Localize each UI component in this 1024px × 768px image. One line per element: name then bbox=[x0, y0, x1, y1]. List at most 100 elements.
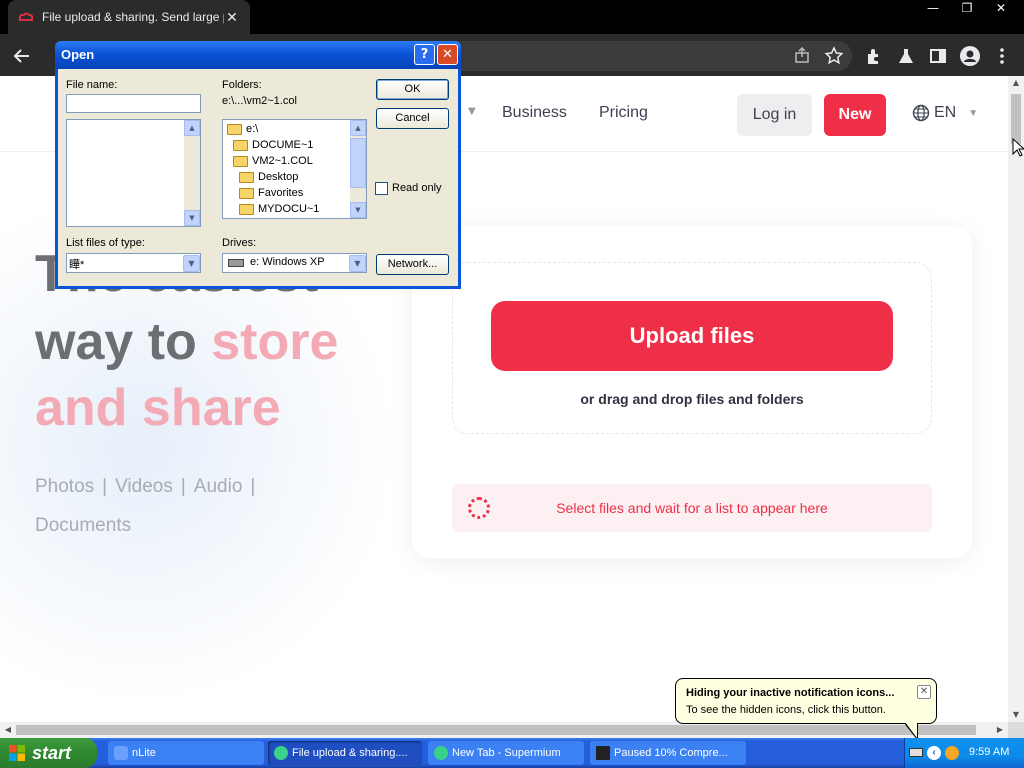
file-types-row-1: Photos | Videos | Audio | bbox=[35, 476, 263, 498]
folder-label: VM2~1.COL bbox=[252, 155, 313, 167]
folder-label: Favorites bbox=[258, 187, 304, 199]
folder-label: e:\ bbox=[246, 123, 259, 135]
windows-flag-icon bbox=[9, 745, 25, 761]
list-type-dropdown-icon[interactable]: ▼ bbox=[183, 255, 200, 272]
start-button[interactable]: start bbox=[0, 738, 97, 768]
star-icon[interactable] bbox=[822, 44, 846, 68]
balloon-close-icon[interactable]: ✕ bbox=[917, 685, 931, 699]
type-separator: | bbox=[180, 476, 186, 497]
file-list-scroll-down-icon[interactable]: ▼ bbox=[184, 210, 200, 226]
folder-label: Desktop bbox=[258, 171, 299, 183]
new-button[interactable]: New bbox=[824, 94, 886, 136]
drives-dropdown-icon[interactable]: ▼ bbox=[349, 255, 366, 272]
folder-label: DOCUME~1 bbox=[252, 139, 314, 151]
scroll-left-icon[interactable]: ◀ bbox=[0, 722, 16, 738]
tray-app-icon[interactable] bbox=[945, 746, 959, 760]
folders-label: Folders: bbox=[222, 79, 262, 91]
scroll-down-icon[interactable]: ▼ bbox=[1008, 708, 1024, 722]
login-button[interactable]: Log in bbox=[737, 94, 812, 136]
drag-drop-text: or drag and drop files and folders bbox=[580, 391, 804, 407]
drives-select[interactable]: e: Windows XP ▼ bbox=[222, 253, 367, 273]
vertical-scroll-thumb[interactable] bbox=[1011, 94, 1021, 144]
language-caret-icon: ▼ bbox=[968, 107, 979, 119]
drives-value: e: Windows XP bbox=[250, 256, 325, 268]
folder-scroll-thumb[interactable] bbox=[350, 138, 366, 188]
folder-item[interactable]: Desktop bbox=[239, 171, 298, 183]
show-hidden-icons-button[interactable]: ‹ bbox=[927, 746, 941, 760]
ok-button[interactable]: OK bbox=[376, 79, 449, 100]
notification-balloon[interactable]: Hiding your inactive notification icons.… bbox=[675, 678, 937, 724]
scrollbar-corner bbox=[1008, 722, 1024, 738]
file-name-label: File name: bbox=[66, 79, 118, 91]
scroll-right-icon[interactable]: ▶ bbox=[992, 722, 1008, 738]
folder-tree[interactable]: e:\ DOCUME~1 VM2~1.COL Desktop Favorites… bbox=[222, 119, 367, 219]
type-photos: Photos bbox=[35, 476, 95, 497]
hero-line-2: way to store bbox=[35, 310, 338, 374]
drives-label: Drives: bbox=[222, 237, 257, 249]
close-window-button[interactable]: ✕ bbox=[984, 0, 1018, 18]
back-icon[interactable] bbox=[10, 44, 34, 68]
folder-open-icon bbox=[233, 139, 248, 151]
vertical-scrollbar[interactable]: ▲ ▼ bbox=[1008, 76, 1024, 722]
network-button[interactable]: Network... bbox=[376, 254, 449, 275]
language-selector[interactable]: EN ▼ bbox=[912, 104, 978, 122]
file-list-placeholder: Select files and wait for a list to appe… bbox=[452, 484, 932, 532]
tab-strip: File upload & sharing. Send large ph ✕ —… bbox=[0, 0, 1024, 34]
browser-tab[interactable]: File upload & sharing. Send large ph ✕ bbox=[8, 0, 250, 34]
file-list[interactable]: ▲ ▼ bbox=[66, 119, 201, 227]
horizontal-scroll-thumb[interactable] bbox=[16, 725, 976, 735]
extensions-icon[interactable] bbox=[862, 44, 886, 68]
file-name-input[interactable] bbox=[66, 94, 201, 113]
folder-item[interactable]: DOCUME~1 bbox=[233, 139, 313, 151]
taskbar: start nLite File upload & sharing.... Ne… bbox=[0, 738, 1024, 768]
nav-business-link[interactable]: Business bbox=[502, 104, 567, 122]
taskbar-item-label: File upload & sharing.... bbox=[292, 747, 408, 759]
nlite-icon bbox=[114, 746, 128, 760]
dialog-close-button[interactable]: ✕ bbox=[437, 44, 458, 65]
dialog-help-button[interactable]: ? bbox=[414, 44, 435, 65]
taskbar-item-nlite[interactable]: nLite bbox=[108, 741, 264, 765]
folder-open-icon bbox=[227, 123, 242, 135]
read-only-checkbox[interactable] bbox=[375, 182, 388, 195]
tab-title: File upload & sharing. Send large ph bbox=[42, 10, 224, 24]
read-only-label: Read only bbox=[392, 182, 442, 194]
menu-icon[interactable] bbox=[990, 44, 1014, 68]
folder-scroll-up-icon[interactable]: ▲ bbox=[350, 120, 366, 136]
folder-item[interactable]: VM2~1.COL bbox=[233, 155, 313, 167]
taskbar-item-browser[interactable]: File upload & sharing.... bbox=[268, 741, 422, 765]
keyboard-icon[interactable] bbox=[909, 748, 923, 757]
taskbar-item-new-tab[interactable]: New Tab - Supermium bbox=[428, 741, 584, 765]
flask-icon[interactable] bbox=[894, 44, 918, 68]
file-list-scrollbar[interactable]: ▲ ▼ bbox=[184, 120, 200, 226]
nav-pricing-link[interactable]: Pricing bbox=[599, 104, 648, 122]
taskbar-item-7zip[interactable]: Paused 10% Compre... bbox=[590, 741, 746, 765]
list-type-label: List files of type: bbox=[66, 237, 145, 249]
minimize-button[interactable]: — bbox=[916, 0, 950, 18]
folder-item[interactable]: Favorites bbox=[239, 187, 303, 199]
folder-scroll-down-icon[interactable]: ▼ bbox=[350, 202, 366, 218]
nav-dropdown-caret-icon[interactable]: ▼ bbox=[468, 106, 476, 117]
folder-tree-scrollbar[interactable]: ▲ ▼ bbox=[350, 120, 366, 218]
hero-text-2b: store bbox=[211, 313, 339, 371]
supermium-icon bbox=[434, 746, 448, 760]
folder-item[interactable]: MYDOCU~1 bbox=[239, 203, 319, 215]
scroll-up-icon[interactable]: ▲ bbox=[1008, 76, 1024, 90]
folder-icon bbox=[239, 203, 254, 215]
cancel-button[interactable]: Cancel bbox=[376, 108, 449, 129]
list-type-select[interactable]: 瞱* ▼ bbox=[66, 253, 201, 273]
tab-close-icon[interactable]: ✕ bbox=[224, 9, 240, 26]
file-list-scroll-up-icon[interactable]: ▲ bbox=[184, 120, 200, 136]
horizontal-scrollbar[interactable]: ◀ ▶ bbox=[0, 722, 1008, 738]
file-list-message: Select files and wait for a list to appe… bbox=[556, 500, 828, 516]
drop-zone[interactable]: Upload files or drag and drop files and … bbox=[452, 262, 932, 434]
profile-icon[interactable] bbox=[958, 44, 982, 68]
folder-item[interactable]: e:\ bbox=[227, 123, 258, 135]
7zip-icon bbox=[596, 746, 610, 760]
upload-files-button[interactable]: Upload files bbox=[491, 301, 893, 371]
hero-text-2a: way to bbox=[35, 313, 212, 371]
folder-open-icon bbox=[233, 155, 248, 167]
sidebar-icon[interactable] bbox=[926, 44, 950, 68]
share-icon[interactable] bbox=[790, 44, 814, 68]
taskbar-item-label: New Tab - Supermium bbox=[452, 747, 561, 759]
restore-button[interactable]: ❐ bbox=[950, 0, 984, 18]
